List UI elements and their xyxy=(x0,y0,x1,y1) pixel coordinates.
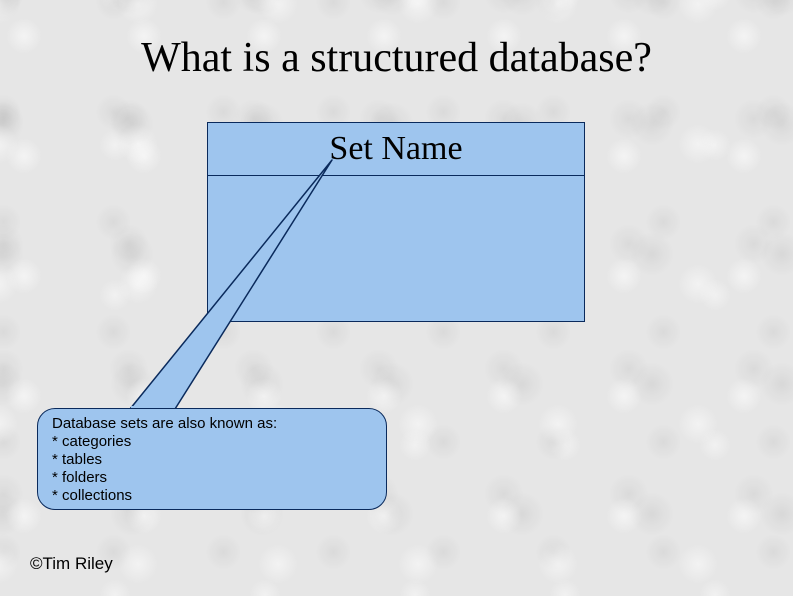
set-box-header: Set Name xyxy=(208,123,584,176)
callout-intro: Database sets are also known as: xyxy=(52,415,372,433)
callout-item-label: folders xyxy=(62,469,107,486)
callout-item: * collections xyxy=(52,487,372,505)
callout-box: Database sets are also known as: * categ… xyxy=(37,408,387,510)
set-box: Set Name xyxy=(207,122,585,322)
callout-item-label: tables xyxy=(62,451,102,468)
callout-item-label: categories xyxy=(62,433,131,450)
callout-item: * categories xyxy=(52,433,372,451)
credit-line: ©Tim Riley xyxy=(30,554,113,574)
callout-item: * tables xyxy=(52,451,372,469)
callout-item-label: collections xyxy=(62,487,132,504)
callout-item: * folders xyxy=(52,469,372,487)
slide-title: What is a structured database? xyxy=(0,34,793,82)
